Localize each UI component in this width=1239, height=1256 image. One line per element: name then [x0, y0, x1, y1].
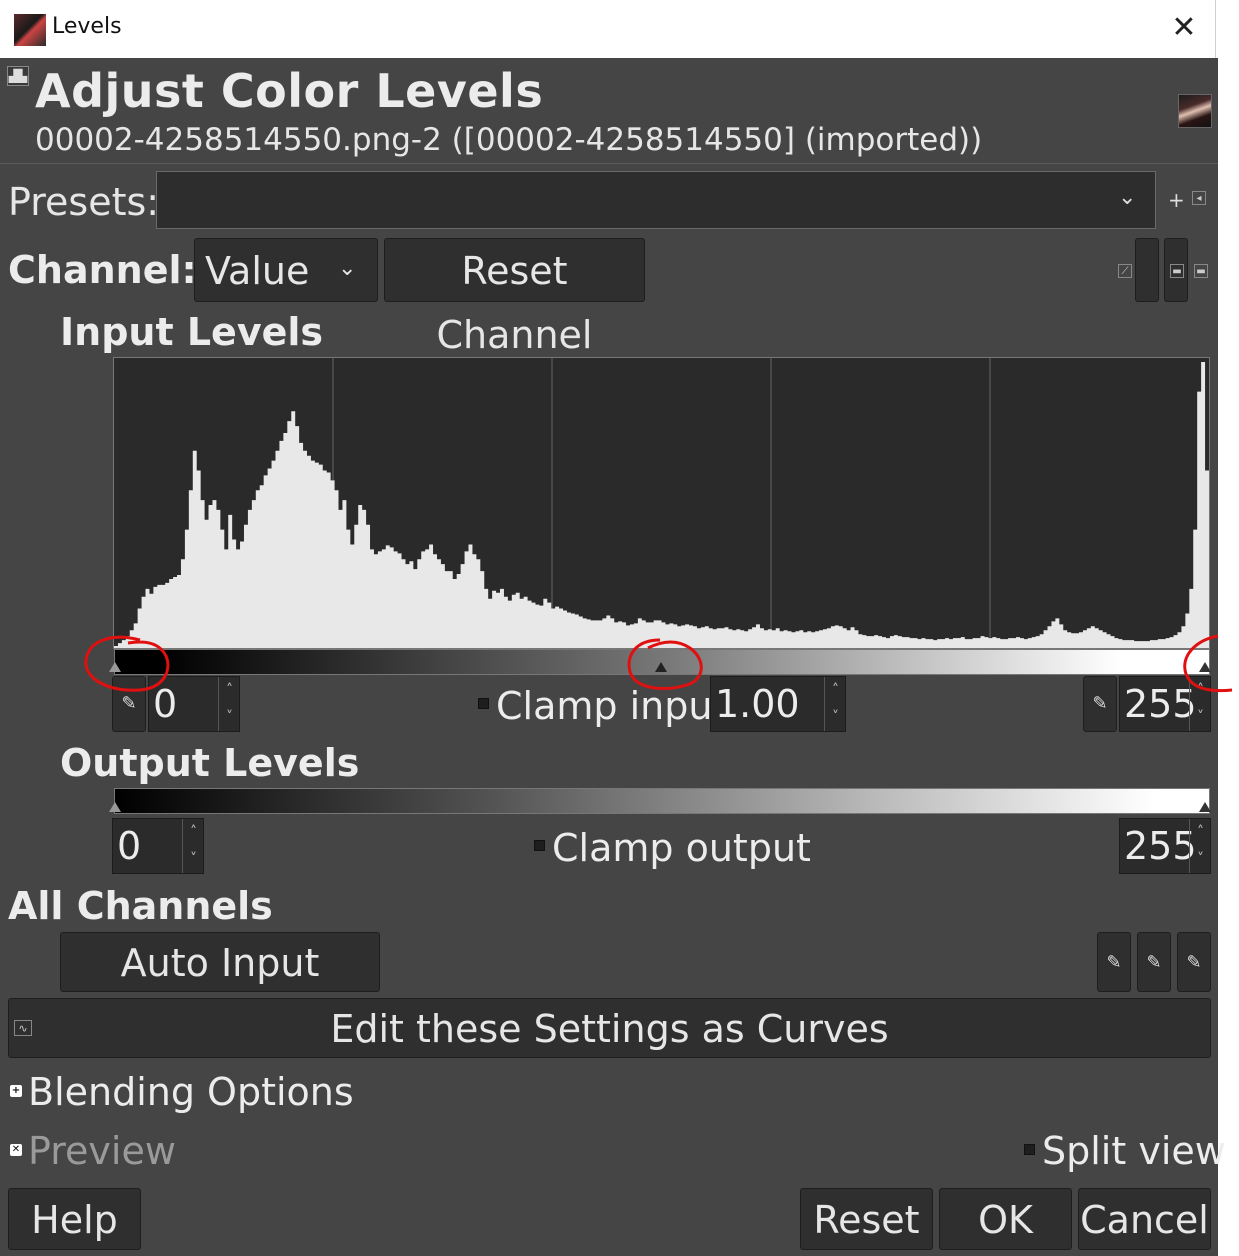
reset-channel-button[interactable]: Reset Channel — [384, 238, 645, 357]
output-black-handle[interactable] — [109, 802, 121, 812]
split-view-label[interactable]: Split view — [1042, 1129, 1226, 1173]
input-gamma-handle[interactable] — [655, 662, 667, 672]
input-white-handle[interactable] — [1199, 662, 1211, 672]
image-thumbnail — [1178, 94, 1212, 128]
close-icon[interactable]: ✕ — [1164, 8, 1204, 48]
clamp-output-label[interactable]: Clamp output — [552, 826, 811, 870]
histogram-area — [114, 362, 1209, 648]
dialog-subtitle: 00002-4258514550.png-2 ([00002-425851455… — [35, 122, 983, 158]
output-levels-label: Output Levels — [60, 741, 360, 785]
chevron-up-icon[interactable]: ˄ — [1190, 677, 1211, 704]
clamp-input-checkbox[interactable] — [478, 698, 489, 709]
edit-as-curves-button[interactable]: Edit these Settings as Curves — [8, 998, 1211, 1058]
all-channels-label: All Channels — [8, 884, 273, 928]
cancel-button[interactable]: Cancel — [1078, 1188, 1211, 1250]
header-separator — [0, 163, 1218, 164]
white-point-picker-icon[interactable]: ✎ — [1083, 676, 1117, 732]
split-view-checkbox[interactable] — [1024, 1144, 1035, 1155]
histogram-chart — [114, 358, 1209, 648]
chevron-down-icon: ⌄ — [338, 256, 357, 281]
clamp-output-checkbox[interactable] — [534, 840, 545, 851]
chevron-down-icon[interactable]: ˅ — [1190, 846, 1211, 873]
chevron-up-icon[interactable]: ˄ — [219, 677, 240, 704]
chevron-down-icon[interactable]: ˅ — [183, 846, 204, 873]
channel-selected-value: Value — [205, 249, 310, 293]
chevron-up-icon[interactable]: ˄ — [825, 677, 846, 704]
histogram-icon: ▟▙ — [7, 66, 29, 86]
dialog-title: Adjust Color Levels — [35, 64, 544, 118]
auto-input-levels-button[interactable]: Auto Input Levels — [60, 932, 380, 1045]
preview-checkbox[interactable]: ✕ — [10, 1144, 22, 1156]
gray-picker-icon[interactable]: ✎ — [1137, 932, 1171, 992]
expander-plus-icon[interactable]: + — [10, 1085, 22, 1097]
curves-icon: ∿ — [14, 1020, 32, 1036]
channel-label: Channel: — [8, 248, 197, 292]
clamp-input-label[interactable]: Clamp input — [496, 684, 727, 728]
reset-button[interactable]: Reset — [800, 1188, 933, 1250]
input-gamma-stepper[interactable]: ˄ ˅ — [824, 677, 846, 731]
blending-options-expander[interactable]: Blending Options — [28, 1070, 354, 1114]
input-levels-label: Input Levels — [60, 310, 324, 354]
presets-label: Presets: — [8, 180, 160, 224]
black-point-picker-icon[interactable]: ✎ — [112, 676, 146, 732]
black-picker-icon[interactable]: ✎ — [1097, 932, 1131, 992]
window-titlebar[interactable] — [0, 0, 1216, 58]
input-black-stepper[interactable]: ˄ ˅ — [218, 677, 240, 731]
chevron-up-icon[interactable]: ˄ — [183, 819, 204, 846]
preview-label[interactable]: Preview — [28, 1129, 176, 1173]
window-title: Levels — [52, 14, 122, 39]
output-black-stepper[interactable]: ˄ ˅ — [182, 819, 204, 873]
chevron-down-icon[interactable]: ˅ — [1190, 704, 1211, 731]
output-levels-slider[interactable] — [114, 788, 1210, 814]
presets-combo[interactable] — [156, 171, 1156, 229]
input-white-stepper[interactable]: ˄ ˅ — [1189, 677, 1211, 731]
chevron-down-icon[interactable]: ⌄ — [1118, 185, 1136, 210]
white-picker-icon[interactable]: ✎ — [1177, 932, 1211, 992]
help-button[interactable]: Help — [8, 1188, 141, 1250]
histogram-linear-button[interactable] — [1135, 238, 1159, 302]
output-white-stepper[interactable]: ˄ ˅ — [1189, 819, 1211, 873]
presets-menu-icon[interactable]: ◂ — [1192, 191, 1206, 205]
histogram-linear-icon: ▬ — [1170, 264, 1184, 278]
input-black-handle[interactable] — [109, 662, 121, 672]
chevron-up-icon[interactable]: ˄ — [1190, 819, 1211, 846]
gimp-app-icon — [14, 14, 46, 46]
chevron-down-icon[interactable]: ˅ — [825, 704, 846, 731]
output-white-handle[interactable] — [1199, 802, 1211, 812]
linear-histogram-icon[interactable]: ⟋ — [1118, 264, 1132, 278]
chevron-down-icon[interactable]: ˅ — [219, 704, 240, 731]
add-preset-icon[interactable]: + — [1168, 188, 1185, 212]
ok-button[interactable]: OK — [939, 1188, 1072, 1250]
histogram-log-icon[interactable]: ▬ — [1194, 264, 1208, 278]
